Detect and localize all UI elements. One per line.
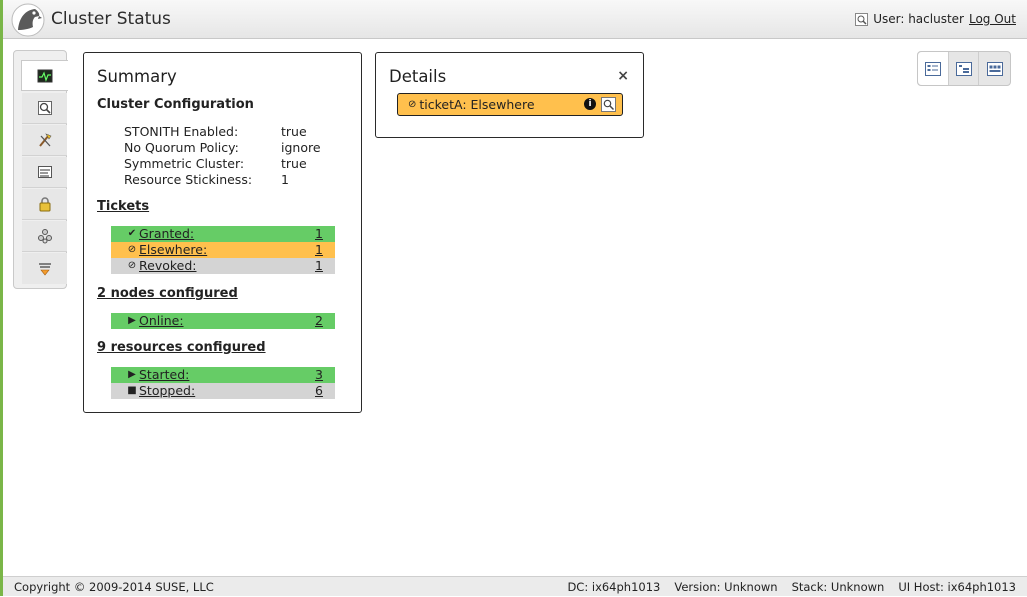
elsewhere-count[interactable]: 1	[315, 242, 335, 258]
config-row: STONITH Enabled: true	[124, 124, 321, 140]
revoked-count[interactable]: 1	[315, 258, 335, 274]
summary-panel: Summary Cluster Configuration STONITH En…	[83, 52, 362, 413]
sidebar-item-access-control[interactable]	[22, 189, 67, 220]
config-value: true	[281, 156, 307, 171]
config-value: ignore	[281, 140, 321, 155]
config-value: 1	[281, 172, 289, 187]
granted-count[interactable]: 1	[315, 226, 335, 242]
sidebar-item-tools[interactable]	[22, 125, 67, 156]
resources-link[interactable]: 9 resources configured	[97, 340, 266, 355]
ui-host-info: UI Host: ix64ph1013	[898, 580, 1016, 594]
elsewhere-link[interactable]: Elsewhere:	[139, 242, 315, 258]
cluster-config-list: STONITH Enabled: true No Quorum Policy: …	[124, 124, 321, 188]
dc-info: DC: ix64ph1013	[567, 580, 661, 594]
nodes-link[interactable]: 2 nodes configured	[97, 286, 238, 301]
top-header: Cluster Status User: hacluster Log Out	[3, 0, 1027, 39]
view-layout-toggle	[917, 51, 1011, 86]
status-footer: Copyright © 2009-2014 SUSE, LLC DC: ix64…	[3, 576, 1027, 596]
cluster-properties-icon	[37, 166, 52, 178]
resources-title: 9 resources configured	[97, 340, 266, 355]
node-status-online: ▶ Online: 2	[111, 313, 335, 329]
history-explorer-icon	[37, 101, 52, 115]
magnifier-icon[interactable]	[601, 97, 616, 112]
version-info: Version: Unknown	[674, 580, 778, 594]
config-key: Resource Stickiness:	[124, 172, 253, 187]
config-key: STONITH Enabled:	[124, 124, 239, 139]
resource-status-stopped: ■ Stopped: 6	[111, 383, 335, 399]
tickets-link[interactable]: Tickets	[97, 199, 149, 214]
play-icon: ▶	[128, 315, 136, 326]
tools-icon	[38, 133, 51, 147]
stack-info: Stack: Unknown	[791, 580, 885, 594]
ticket-item[interactable]: ⊘ ticketA: Elsewhere i	[397, 93, 623, 116]
grid-layout-icon	[986, 61, 1003, 76]
ticket-label: ticketA: Elsewhere	[419, 97, 535, 112]
sidebar-item-cluster-properties[interactable]	[22, 157, 67, 188]
access-control-icon	[39, 197, 50, 212]
revoked-link[interactable]: Revoked:	[139, 258, 315, 274]
tree-layout-icon	[955, 61, 972, 76]
sidebar	[13, 50, 68, 289]
config-row: No Quorum Policy: ignore	[124, 140, 321, 156]
config-key: No Quorum Policy:	[124, 140, 239, 155]
logout-link[interactable]: Log Out	[969, 12, 1016, 26]
blocked-icon: ⊘	[127, 244, 137, 255]
ticket-status-revoked: ⊘ Revoked: 1	[111, 258, 335, 274]
layout-grid-button[interactable]	[979, 52, 1010, 85]
stop-icon: ■	[127, 385, 137, 396]
user-area: User: hacluster Log Out	[855, 12, 1016, 26]
granted-link[interactable]: Granted:	[139, 226, 315, 242]
copyright-text: Copyright © 2009-2014 SUSE, LLC	[14, 580, 214, 594]
summary-title: Summary	[97, 67, 177, 86]
stopped-count[interactable]: 6	[315, 383, 335, 399]
started-count[interactable]: 3	[315, 367, 335, 383]
sidebar-item-dashboard[interactable]	[21, 60, 68, 91]
ticket-status-elsewhere: ⊘ Elsewhere: 1	[111, 242, 335, 258]
details-panel: Details × ⊘ ticketA: Elsewhere i	[375, 52, 644, 138]
page-title: Cluster Status	[51, 9, 171, 29]
stopped-link[interactable]: Stopped:	[139, 383, 315, 399]
config-value: true	[281, 124, 307, 139]
sidebar-item-resources[interactable]	[22, 221, 67, 252]
blocked-icon: ⊘	[127, 260, 137, 271]
list-layout-icon	[924, 61, 941, 76]
config-row: Symmetric Cluster: true	[124, 156, 321, 172]
filter-icon	[38, 262, 51, 275]
cluster-config-title: Cluster Configuration	[97, 97, 254, 112]
online-count[interactable]: 2	[315, 313, 335, 329]
close-details-button[interactable]: ×	[617, 68, 629, 84]
user-icon	[855, 12, 869, 26]
dashboard-icon	[37, 69, 53, 82]
check-icon: ✔	[127, 228, 137, 239]
layout-list-button[interactable]	[918, 52, 949, 85]
blocked-icon: ⊘	[408, 99, 417, 110]
nodes-title: 2 nodes configured	[97, 286, 238, 301]
tickets-title: Tickets	[97, 199, 149, 214]
details-title: Details	[389, 67, 447, 86]
config-key: Symmetric Cluster:	[124, 156, 245, 171]
user-label: User: hacluster	[873, 12, 964, 26]
online-link[interactable]: Online:	[139, 313, 315, 329]
suse-logo-icon	[11, 3, 45, 37]
ticket-status-granted: ✔ Granted: 1	[111, 226, 335, 242]
resource-status-started: ▶ Started: 3	[111, 367, 335, 383]
sidebar-item-filter[interactable]	[22, 253, 67, 284]
play-icon: ▶	[128, 369, 136, 380]
info-icon[interactable]: i	[584, 98, 596, 110]
config-row: Resource Stickiness: 1	[124, 172, 321, 188]
layout-tree-button[interactable]	[949, 52, 980, 85]
sidebar-item-history[interactable]	[22, 93, 67, 124]
resources-icon	[37, 229, 52, 244]
started-link[interactable]: Started:	[139, 367, 315, 383]
footer-info: DC: ix64ph1013 Version: Unknown Stack: U…	[567, 577, 1016, 597]
left-accent-stripe	[0, 0, 3, 596]
